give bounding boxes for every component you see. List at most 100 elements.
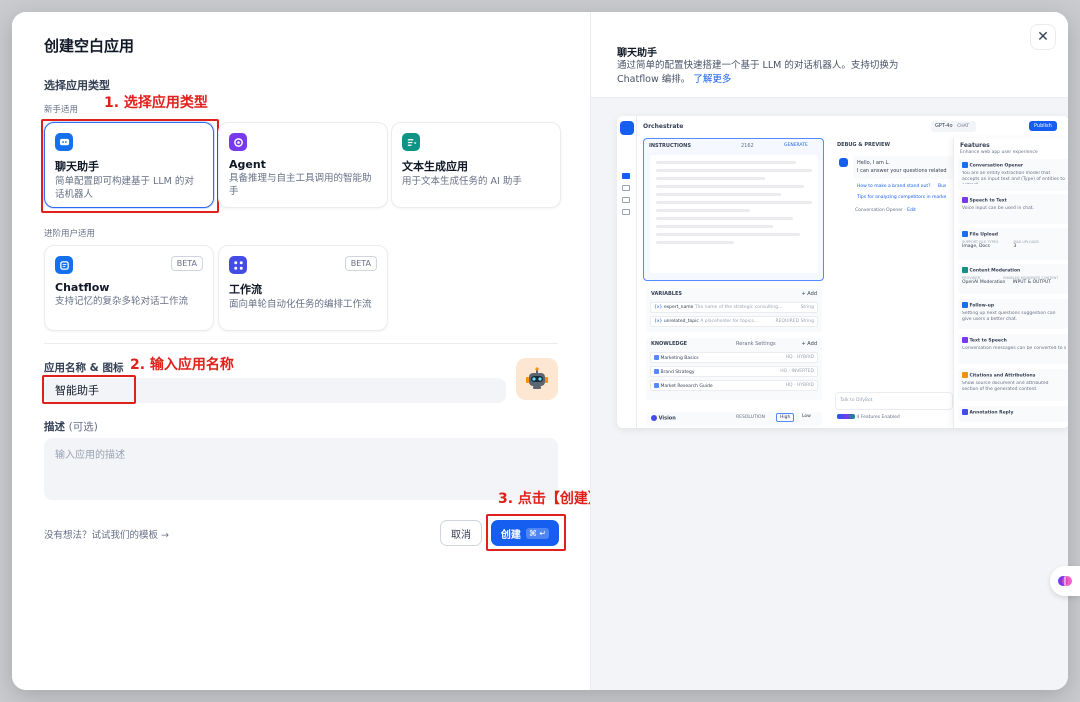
preview-var-name: expert_name — [663, 305, 694, 310]
preview-suggest: How to make a brand stand out? — [857, 184, 931, 189]
close-button[interactable]: ✕ — [1030, 24, 1056, 50]
preview-feature-field: ENABLED MODERATE CONTENT — [1003, 275, 1059, 280]
app-type-chatflow[interactable]: BETA Chatflow 支持记忆的复杂多轮对话工作流 — [44, 245, 214, 331]
preview-high: High — [776, 413, 795, 422]
app-type-agent[interactable]: Agent 具备推理与自主工具调用的智能助手 — [218, 122, 388, 208]
preview-feature-name: Text to Speech — [969, 338, 1007, 344]
preview-feature-name: Annotation Reply — [969, 410, 1014, 416]
preview-kb-tag: HQ · HYBRID — [785, 383, 814, 388]
dialog-title: 创建空白应用 — [44, 37, 135, 55]
preview-variable-row: {x} unrelated_topic A placeholder for to… — [650, 316, 818, 327]
preview-kb-tag: HQ · HYBRID — [785, 355, 814, 360]
preview-kb-name: Market Research Guide — [660, 384, 713, 389]
beta-badge: BETA — [344, 256, 377, 271]
create-form-panel: 创建空白应用 选择应用类型 新手适用 1. 选择应用类型 聊天助手 简单配置即可… — [12, 12, 602, 690]
preview-var-type: String — [800, 305, 814, 310]
preview-var-name: unrelated_topic — [663, 319, 699, 324]
preview-feature-card: Follow-up Setting up next questions sugg… — [958, 299, 1068, 329]
preview-model-tag: CHAT — [954, 123, 973, 130]
name-label: 应用名称 & 图标 — [44, 362, 124, 374]
app-type-desc: 具备推理与自主工具调用的智能助手 — [229, 173, 372, 197]
preview-line — [656, 177, 766, 180]
preview-features-title: Features — [960, 142, 990, 149]
preview-rail-icon — [622, 197, 630, 203]
preview-rerank: Rerank Settings — [736, 341, 776, 347]
preview-opener: Conversation Opener · Edit — [855, 208, 916, 213]
preview-kb-tag: HQ · INVERTED — [780, 369, 814, 374]
preview-line — [656, 185, 805, 188]
workflow-icon — [229, 256, 247, 274]
preview-line — [656, 225, 773, 228]
app-type-label: 选择应用类型 — [44, 79, 110, 92]
preview-vision-label: Vision — [658, 415, 676, 422]
preview-feature-value: INPUT & OUTPUT — [1012, 279, 1051, 285]
preview-app-icon — [620, 121, 634, 135]
preview-knowledge: KNOWLEDGE Rerank Settings + Add Marketin… — [646, 338, 822, 400]
preview-feature-card: Text to Speech Conversation messages can… — [958, 334, 1068, 364]
preview-feature-value: 3 — [1013, 243, 1017, 249]
chatflow-icon — [55, 256, 73, 274]
preview-var-required: REQUIRED — [775, 319, 800, 324]
annotation-step2: 2. 输入应用名称 — [130, 357, 234, 373]
app-icon-picker[interactable] — [516, 358, 558, 400]
beginner-label: 新手适用 — [44, 105, 79, 115]
preview-panel: ✕ 聊天助手 通过简单的配置快速搭建一个基于 LLM 的对话机器人。支持切换为 … — [590, 12, 1068, 690]
preview-model: GPT-4o — [935, 123, 953, 129]
preview-generate: GENERATE — [784, 143, 808, 148]
preview-suggestion: How to make a brand stand out? Bus — [857, 184, 946, 189]
preview-line — [656, 201, 812, 204]
preview-publish-button: Publish — [1029, 121, 1057, 131]
app-type-name: Chatflow — [55, 281, 110, 294]
preview-rail — [617, 116, 637, 428]
app-type-name: Agent — [229, 158, 266, 171]
app-type-desc: 面向单轮自动化任务的编排工作流 — [229, 299, 372, 310]
preview-line — [656, 233, 800, 236]
preview-low: Low — [802, 414, 811, 419]
preview-features-count: 4 Features Enabled — [856, 415, 900, 420]
floating-assistant-button[interactable] — [1050, 566, 1080, 596]
app-type-workflow[interactable]: BETA 工作流 面向单轮自动化任务的编排工作流 — [218, 245, 388, 331]
learn-more-link[interactable]: 了解更多 — [693, 74, 731, 85]
preview-feature-name: Follow-up — [969, 303, 995, 309]
preview-features-sub: Enhance web app user experience — [960, 150, 1038, 155]
robot-icon — [526, 367, 548, 389]
preview-rail-icon — [622, 185, 630, 191]
preview-opener-label: Conversation Opener — [855, 208, 903, 213]
app-type-text-generator[interactable]: 文本生成应用 用于文本生成任务的 AI 助手 — [391, 122, 561, 208]
preview-variables-label: VARIABLES — [651, 291, 682, 297]
preview-debug-label: DEBUG & PREVIEW — [837, 142, 890, 148]
preview-model-select: GPT-4o CHAT — [931, 121, 977, 132]
preview-feature-desc: You are an entity extraction model that … — [962, 170, 1065, 184]
preview-feature-name: Speech to Text — [969, 198, 1007, 204]
preview-instructions-text — [650, 155, 818, 273]
preview-line — [656, 209, 750, 212]
preview-desc-text: 通过简单的配置快速搭建一个基于 LLM 的对话机器人。支持切换为 Chatflo… — [617, 60, 899, 85]
preview-kb-name: Marketing Basics — [660, 356, 699, 361]
preview-line — [656, 217, 794, 220]
preview-var-desc: A placeholder for topics... — [700, 319, 758, 324]
preview-rail-icon — [622, 209, 630, 215]
app-type-desc: 用于文本生成任务的 AI 助手 — [402, 176, 522, 187]
preview-bot-avatar — [839, 158, 848, 167]
template-link[interactable]: 没有想法？试试我们的模板 → — [44, 527, 169, 541]
desc-optional: (可选) — [68, 421, 98, 433]
preview-feature-card: File Upload SUPPORT FILE TYPES MAX UPLOA… — [958, 228, 1068, 260]
app-type-desc: 支持记忆的复杂多轮对话工作流 — [55, 296, 189, 307]
create-app-dialog: 创建空白应用 选择应用类型 新手适用 1. 选择应用类型 聊天助手 简单配置即可… — [12, 12, 1068, 690]
preview-vision: Vision RESOLUTION High Low — [646, 412, 822, 426]
preview-var-type: String — [800, 319, 814, 324]
preview-title: 聊天助手 — [617, 48, 657, 59]
app-description-input[interactable]: 输入应用的描述 — [44, 438, 558, 500]
preview-features-enabled: 4 Features Enabled — [837, 414, 900, 420]
preview-screenshot: Orchestrate GPT-4o CHAT Publish INSTRUCT… — [617, 116, 1068, 428]
close-icon: ✕ — [1037, 29, 1049, 45]
preview-feature-name: Content Moderation — [969, 268, 1021, 274]
preview-feature-card: Content Moderation PROVIDER ENABLED MODE… — [958, 264, 1068, 294]
preview-variable-row: {x} expert_name The name of the strategi… — [650, 302, 818, 313]
preview-resolution: RESOLUTION — [736, 415, 765, 420]
preview-variables: VARIABLES + Add {x} expert_name The name… — [646, 288, 822, 332]
cancel-button[interactable]: 取消 — [440, 520, 482, 546]
annotation-step3: 3. 点击【创建】 — [498, 491, 602, 507]
preview-chat-input: Talk to DifyBot — [835, 392, 953, 410]
beta-badge: BETA — [170, 256, 203, 271]
